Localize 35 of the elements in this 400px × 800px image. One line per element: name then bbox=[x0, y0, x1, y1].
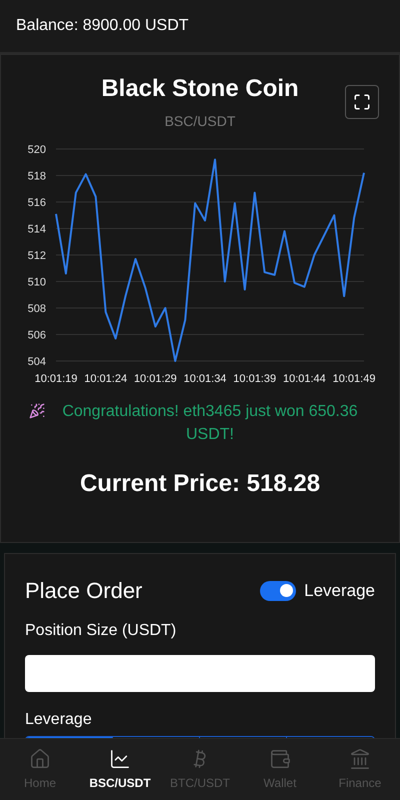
y-tick-label: 516 bbox=[28, 197, 46, 209]
coin-title: Black Stone Coin bbox=[101, 75, 299, 103]
wallet-icon bbox=[269, 748, 291, 770]
order-title: Place Order bbox=[25, 577, 142, 605]
position-size-input[interactable] bbox=[25, 655, 375, 692]
x-tick-label: 10:01:29 bbox=[134, 373, 177, 385]
current-price: Current Price: 518.28 bbox=[80, 469, 320, 499]
x-tick-label: 10:01:39 bbox=[233, 373, 276, 385]
x-tick-label: 10:01:49 bbox=[332, 373, 376, 385]
y-tick-label: 504 bbox=[28, 356, 46, 368]
field-label: Position Size (USDT) bbox=[25, 621, 178, 641]
y-tick-label: 518 bbox=[28, 170, 46, 182]
house-icon bbox=[29, 748, 51, 770]
expand-icon bbox=[353, 93, 371, 111]
pair-subtitle: BSC/USDT bbox=[164, 112, 236, 131]
y-tick-label: 520 bbox=[28, 144, 46, 156]
x-tick-label: 10:01:24 bbox=[84, 373, 128, 385]
line-chart-icon bbox=[109, 748, 131, 770]
y-tick-label: 512 bbox=[28, 250, 46, 262]
y-tick-label: 508 bbox=[28, 303, 46, 315]
y-tick-label: 506 bbox=[28, 330, 46, 342]
y-tick-label: 510 bbox=[28, 276, 46, 288]
x-tick-label: 10:01:44 bbox=[282, 373, 326, 385]
y-tick-label: 514 bbox=[28, 224, 46, 236]
party-popper-icon bbox=[29, 403, 45, 419]
winner-announcement: Congratulations! eth3465 just won 650.36 USDT! bbox=[61, 402, 359, 445]
bank-icon bbox=[349, 748, 371, 770]
balance-text: Balance: 8900.00 USDT bbox=[16, 16, 189, 36]
fullscreen-button[interactable] bbox=[345, 85, 379, 119]
x-tick-label: 10:01:34 bbox=[184, 373, 226, 385]
switch-label: Leverage bbox=[304, 580, 375, 602]
x-tick-label: 10:01:19 bbox=[34, 373, 78, 385]
leverage-label: Leverage bbox=[25, 710, 93, 730]
leverage-switch[interactable] bbox=[260, 580, 296, 600]
nav-tab[interactable]: BSC/USDT bbox=[80, 739, 160, 800]
